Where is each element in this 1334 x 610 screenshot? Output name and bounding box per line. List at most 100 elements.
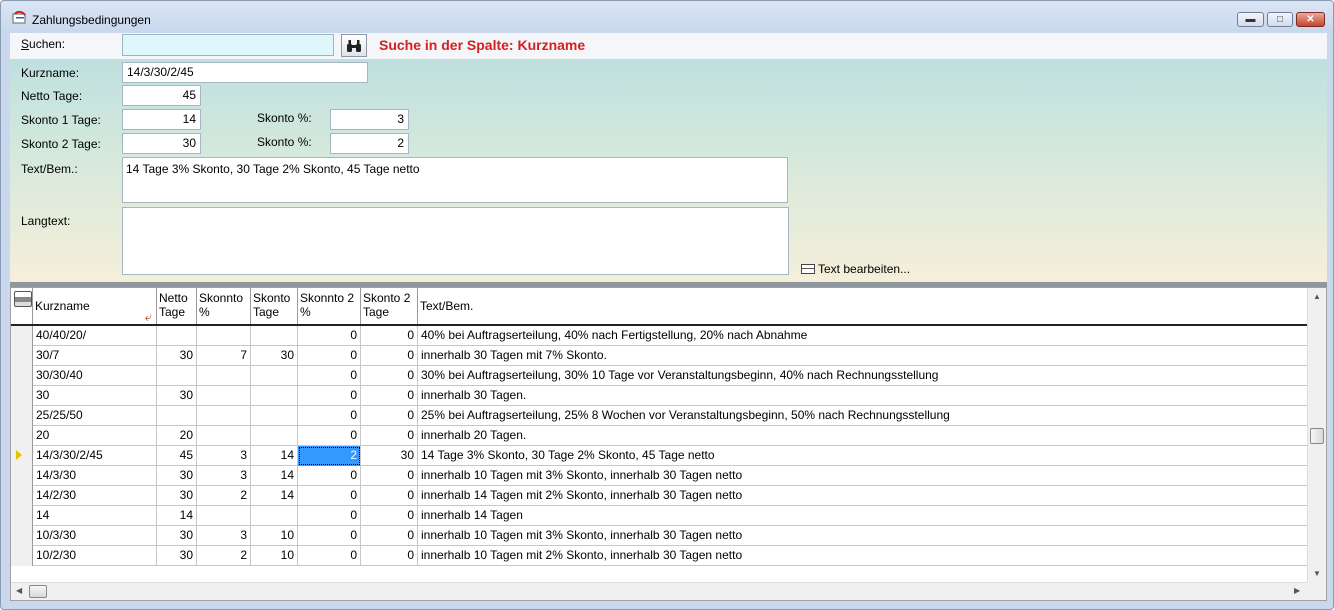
cell-skonto2-percent[interactable]: 0 [298,386,361,406]
horizontal-scrollbar[interactable]: ◀ ▶ [11,582,1307,600]
cell-skonto2-percent[interactable]: 0 [298,546,361,566]
cell-skonto2-percent[interactable]: 0 [298,326,361,346]
cell-skonto2-percent[interactable]: 0 [298,406,361,426]
row-indicator[interactable] [11,346,33,366]
skonto1-tage-field[interactable]: 14 [122,109,201,130]
cell-text[interactable]: 14 Tage 3% Skonto, 30 Tage 2% Skonto, 45… [418,446,1307,466]
cell-kurzname[interactable]: 14/2/30 [33,486,157,506]
row-indicator[interactable] [11,466,33,486]
cell-text[interactable]: innerhalb 10 Tagen mit 2% Skonto, innerh… [418,546,1307,566]
cell-skonto2-tage[interactable]: 0 [361,426,418,446]
cell-skonto-percent[interactable] [197,326,251,346]
cell-skonto-percent[interactable] [197,386,251,406]
vertical-scroll-thumb[interactable] [1310,428,1324,444]
cell-kurzname[interactable]: 20 [33,426,157,446]
cell-kurzname[interactable]: 40/40/20/ [33,326,157,346]
column-header-text[interactable]: Text/Bem. [418,288,1307,324]
cell-text[interactable]: 25% bei Auftragserteilung, 25% 8 Wochen … [418,406,1307,426]
cell-skonto-percent[interactable] [197,426,251,446]
column-header-skonto-percent[interactable]: Skonnto% [197,288,251,324]
cell-text[interactable]: innerhalb 10 Tagen mit 3% Skonto, innerh… [418,466,1307,486]
cell-skonto-tage[interactable] [251,386,298,406]
row-indicator[interactable] [11,486,33,506]
cell-text[interactable]: innerhalb 14 Tagen [418,506,1307,526]
row-indicator[interactable] [11,406,33,426]
cell-skonto-tage[interactable] [251,366,298,386]
cell-skonto2-percent[interactable]: 0 [298,466,361,486]
column-header-kurzname[interactable]: Kurzname ⤶ [33,288,157,324]
cell-kurzname[interactable]: 30 [33,386,157,406]
cell-skonto-tage[interactable] [251,406,298,426]
table-row[interactable]: 25/25/50 0 0 25% bei Auftragserteilung, 25%… [11,406,1307,426]
cell-skonto2-tage[interactable]: 0 [361,486,418,506]
cell-netto-tage[interactable]: 20 [157,426,197,446]
table-row[interactable]: 14/2/30 30 2 14 0 0 innerhalb 14 Tagen mit 2% … [11,486,1307,506]
table-row[interactable]: 30/7 30 7 30 0 0 innerhalb 30 Tagen mit 7% Sko… [11,346,1307,366]
cell-skonto2-percent[interactable]: 0 [298,346,361,366]
cell-skonto2-tage[interactable]: 0 [361,386,418,406]
cell-netto-tage[interactable] [157,366,197,386]
kurzname-field[interactable]: 14/3/30/2/45 [122,62,368,83]
cell-skonto-percent[interactable]: 3 [197,446,251,466]
cell-kurzname[interactable]: 14/3/30/2/45 [33,446,157,466]
minimize-button[interactable]: ▬ [1237,12,1264,27]
table-row[interactable]: 10/3/30 30 3 10 0 0 innerhalb 10 Tagen mit 3% … [11,526,1307,546]
cell-skonto2-tage[interactable]: 0 [361,326,418,346]
cell-text[interactable]: innerhalb 14 Tagen mit 2% Skonto, innerh… [418,486,1307,506]
cell-skonto2-tage[interactable]: 30 [361,446,418,466]
row-indicator[interactable] [11,426,33,446]
table-row[interactable]: 14/3/30/2/45 45 3 14 2 30 14 Tage 3% Skonto, 3… [11,446,1307,466]
scroll-down-icon[interactable]: ▼ [1313,569,1321,578]
table-row[interactable]: 14 14 0 0 innerhalb 14 Tagen [11,506,1307,526]
cell-netto-tage[interactable]: 14 [157,506,197,526]
scroll-up-icon[interactable]: ▲ [1313,292,1321,301]
cell-kurzname[interactable]: 14 [33,506,157,526]
cell-kurzname[interactable]: 30/7 [33,346,157,366]
cell-text[interactable]: innerhalb 30 Tagen mit 7% Skonto. [418,346,1307,366]
horizontal-scroll-thumb[interactable] [29,585,47,598]
cell-skonto-tage[interactable] [251,426,298,446]
cell-kurzname[interactable]: 14/3/30 [33,466,157,486]
cell-skonto-percent[interactable]: 3 [197,526,251,546]
cell-skonto-tage[interactable]: 30 [251,346,298,366]
cell-skonto2-percent[interactable]: 0 [298,506,361,526]
search-button[interactable] [341,34,367,57]
cell-netto-tage[interactable]: 30 [157,466,197,486]
cell-text[interactable]: innerhalb 20 Tagen. [418,426,1307,446]
langtext-field[interactable] [122,207,789,275]
cell-skonto-percent[interactable] [197,406,251,426]
cell-skonto-percent[interactable] [197,506,251,526]
table-row[interactable]: 20 20 0 0 innerhalb 20 Tagen. [11,426,1307,446]
row-indicator[interactable] [11,386,33,406]
cell-skonto2-percent[interactable]: 2 [298,446,361,466]
cell-text[interactable]: 40% bei Auftragserteilung, 40% nach Fert… [418,326,1307,346]
print-header-cell[interactable] [11,288,33,324]
edit-text-button[interactable]: Text bearbeiten... [801,262,910,276]
cell-skonto2-tage[interactable]: 0 [361,506,418,526]
cell-netto-tage[interactable]: 30 [157,546,197,566]
cell-skonto2-tage[interactable]: 0 [361,366,418,386]
cell-skonto2-percent[interactable]: 0 [298,426,361,446]
table-row[interactable]: 30 30 0 0 innerhalb 30 Tagen. [11,386,1307,406]
row-indicator[interactable] [11,366,33,386]
cell-skonto2-tage[interactable]: 0 [361,406,418,426]
close-button[interactable]: ✕ [1296,12,1325,27]
cell-skonto2-tage[interactable]: 0 [361,526,418,546]
vertical-scrollbar[interactable]: ▲ ▼ [1307,288,1326,582]
cell-skonto-percent[interactable] [197,366,251,386]
skonto1-percent-field[interactable]: 3 [330,109,409,130]
search-input[interactable] [122,34,334,56]
cell-netto-tage[interactable]: 45 [157,446,197,466]
cell-skonto-percent[interactable]: 2 [197,486,251,506]
cell-skonto-tage[interactable]: 14 [251,446,298,466]
maximize-button[interactable]: □ [1267,12,1293,27]
table-row[interactable]: 14/3/30 30 3 14 0 0 innerhalb 10 Tagen mit 3% … [11,466,1307,486]
scroll-left-icon[interactable]: ◀ [16,586,22,595]
cell-netto-tage[interactable] [157,406,197,426]
row-indicator[interactable] [11,546,33,566]
column-header-skonto2-tage[interactable]: Skonto 2 Tage [361,288,418,324]
netto-tage-field[interactable]: 45 [122,85,201,106]
column-header-skonto-tage[interactable]: Skonto Tage [251,288,298,324]
skonto2-tage-field[interactable]: 30 [122,133,201,154]
cell-kurzname[interactable]: 10/2/30 [33,546,157,566]
